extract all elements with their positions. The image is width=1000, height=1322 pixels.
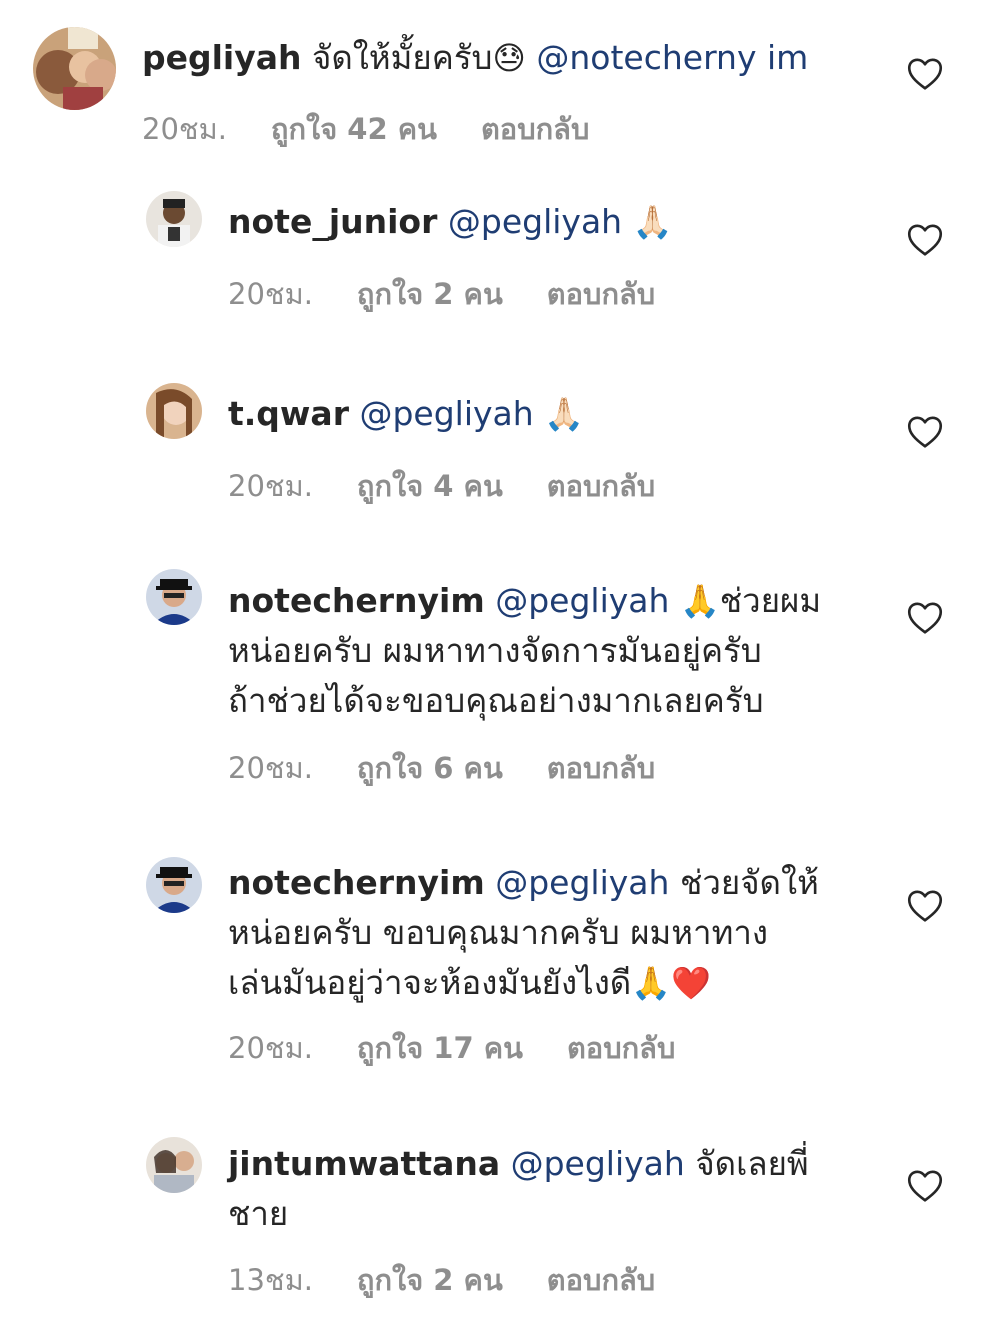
- comment-meta: 20ชม. ถูกใจ 4 คน ตอบกลับ: [228, 463, 655, 509]
- heart-icon[interactable]: [907, 602, 943, 634]
- avatar[interactable]: [33, 27, 116, 110]
- username[interactable]: jintumwattana: [228, 1144, 500, 1183]
- avatar[interactable]: [146, 569, 202, 625]
- comment-text: pegliyah จัดให้มั้ยครับ😓 @notecherny im: [142, 33, 882, 83]
- emoji: 🙏🏻: [632, 203, 673, 241]
- username[interactable]: t.qwar: [228, 394, 349, 433]
- comment-meta: 20ชม. ถูกใจ 17 คน ตอบกลับ: [228, 1025, 675, 1071]
- heart-icon[interactable]: [907, 890, 943, 922]
- comment-body-line: เล่นมันอยู่ว่าจะห้องมันยังไงดี: [228, 963, 632, 1002]
- reply-button[interactable]: ตอบกลับ: [547, 271, 655, 317]
- username[interactable]: pegliyah: [142, 38, 302, 77]
- comment-text: jintumwattana @pegliyah จัดเลยพี่ ชาย: [228, 1139, 868, 1239]
- mention-link[interactable]: @pegliyah: [448, 202, 622, 241]
- timestamp: 13ชม.: [228, 1263, 313, 1297]
- heart-icon[interactable]: [907, 58, 943, 90]
- heart-icon[interactable]: [907, 1170, 943, 1202]
- emoji: 😓: [492, 39, 526, 77]
- mention-link[interactable]: @notecherny im: [536, 38, 808, 77]
- comment-text: t.qwar @pegliyah 🙏🏻: [228, 389, 868, 439]
- comment-text: note_junior @pegliyah 🙏🏻: [228, 197, 868, 247]
- avatar[interactable]: [146, 383, 202, 439]
- username[interactable]: notechernyim: [228, 581, 485, 620]
- likes-count[interactable]: ถูกใจ 17 คน: [357, 1025, 523, 1071]
- comment-body: จัดให้มั้ยครับ: [312, 38, 493, 77]
- emoji: 🙏🏻: [544, 395, 585, 433]
- avatar[interactable]: [146, 1137, 202, 1193]
- reply-button[interactable]: ตอบกลับ: [481, 106, 589, 152]
- mention-link[interactable]: @pegliyah: [495, 863, 669, 902]
- comment-body-line: หน่อยครับ ขอบคุณมากครับ ผมหาทาง: [228, 913, 768, 952]
- comment-text: notechernyim @pegliyah ช่วยจัดให้ หน่อยค…: [228, 858, 868, 1008]
- timestamp: 20ชม.: [228, 751, 313, 785]
- mention-link[interactable]: @pegliyah: [359, 394, 533, 433]
- comment-body-line: ช่วยจัดให้: [679, 863, 819, 902]
- avatar[interactable]: [146, 857, 202, 913]
- likes-count[interactable]: ถูกใจ 4 คน: [357, 463, 503, 509]
- likes-count[interactable]: ถูกใจ 42 คน: [271, 106, 437, 152]
- reply-button[interactable]: ตอบกลับ: [547, 463, 655, 509]
- emoji: 🙏: [631, 964, 672, 1002]
- comment-body-line: ช่วยผม: [719, 581, 822, 620]
- reply-button[interactable]: ตอบกลับ: [547, 1257, 655, 1303]
- comment-text: notechernyim @pegliyah 🙏ช่วยผม หน่อยครับ…: [228, 576, 868, 726]
- likes-count[interactable]: ถูกใจ 2 คน: [357, 271, 503, 317]
- comment-meta: 20ชม. ถูกใจ 42 คน ตอบกลับ: [142, 106, 589, 152]
- heart-icon[interactable]: [907, 416, 943, 448]
- heart-emoji: ❤️: [671, 964, 711, 1002]
- comment-body-line: หน่อยครับ ผมหาทางจัดการมันอยู่ครับ: [228, 631, 762, 670]
- timestamp: 20ชม.: [228, 469, 313, 503]
- username[interactable]: note_junior: [228, 202, 437, 241]
- comment-meta: 20ชม. ถูกใจ 2 คน ตอบกลับ: [228, 271, 655, 317]
- avatar[interactable]: [146, 191, 202, 247]
- reply-button[interactable]: ตอบกลับ: [567, 1025, 675, 1071]
- mention-link[interactable]: @pegliyah: [495, 581, 669, 620]
- username[interactable]: notechernyim: [228, 863, 485, 902]
- timestamp: 20ชม.: [228, 277, 313, 311]
- comment-meta: 20ชม. ถูกใจ 6 คน ตอบกลับ: [228, 745, 655, 791]
- timestamp: 20ชม.: [228, 1031, 313, 1065]
- comment-body-line: ชาย: [228, 1194, 289, 1233]
- likes-count[interactable]: ถูกใจ 2 คน: [357, 1257, 503, 1303]
- reply-button[interactable]: ตอบกลับ: [547, 745, 655, 791]
- timestamp: 20ชม.: [142, 112, 227, 146]
- emoji: 🙏: [679, 582, 720, 620]
- comment-body-line: จัดเลยพี่: [695, 1144, 809, 1183]
- mention-link[interactable]: @pegliyah: [511, 1144, 685, 1183]
- comment-body-line: ถ้าช่วยได้จะขอบคุณอย่างมากเลยครับ: [228, 681, 764, 720]
- heart-icon[interactable]: [907, 224, 943, 256]
- likes-count[interactable]: ถูกใจ 6 คน: [357, 745, 503, 791]
- comment-meta: 13ชม. ถูกใจ 2 คน ตอบกลับ: [228, 1257, 655, 1303]
